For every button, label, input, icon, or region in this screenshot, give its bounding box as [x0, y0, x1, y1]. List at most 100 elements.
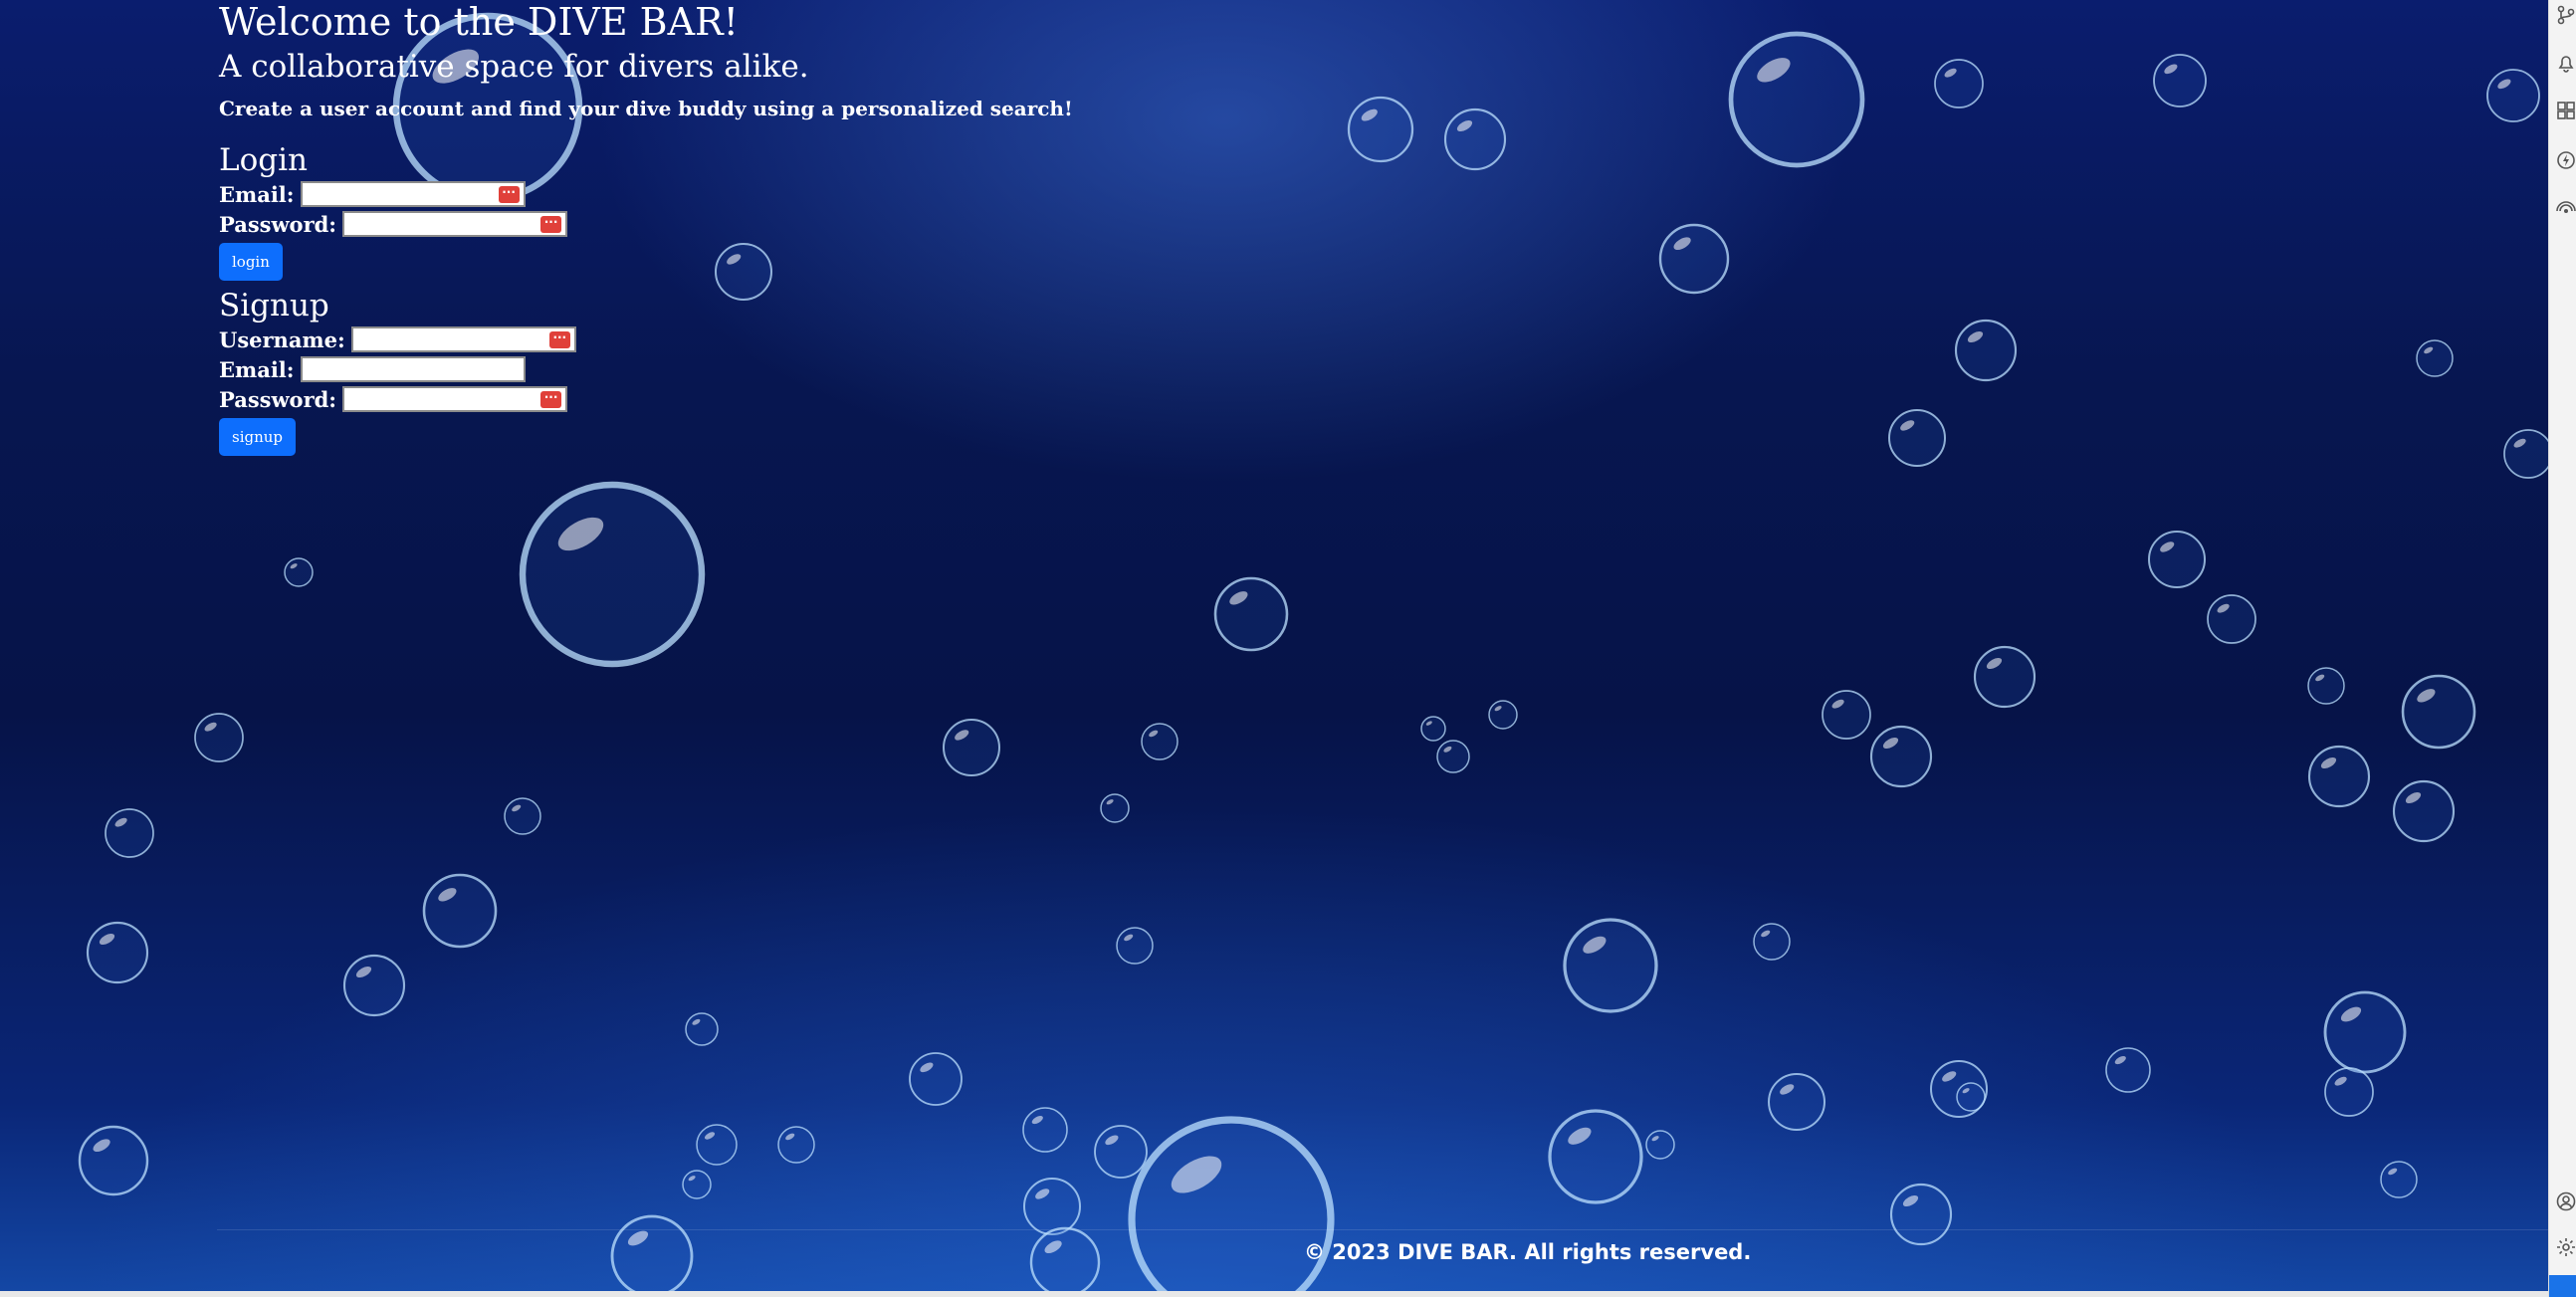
login-button[interactable]: login — [219, 243, 283, 281]
more-dots-icon[interactable]: ··· — [540, 391, 562, 408]
more-dots-icon[interactable]: ··· — [498, 186, 520, 203]
grid-icon[interactable] — [2555, 100, 2576, 121]
bubble — [1768, 1073, 1825, 1131]
broadcast-icon[interactable] — [2555, 197, 2576, 219]
bubble — [1420, 716, 1446, 742]
bubble — [1563, 918, 1658, 1013]
bubble — [696, 1124, 738, 1166]
signup-email-row: Email: — [219, 354, 1073, 385]
bubble — [2105, 1047, 2151, 1093]
bubble — [2323, 990, 2407, 1074]
bubble — [2380, 1161, 2418, 1198]
bubble — [1488, 700, 1518, 730]
bubble — [2207, 594, 2256, 644]
login-password-input[interactable] — [344, 218, 566, 240]
footer-copyright: © 2023 DIVE BAR. All rights reserved. — [1304, 1240, 1752, 1264]
horizontal-scrollbar[interactable] — [0, 1291, 2548, 1297]
bubble — [284, 557, 314, 587]
footer-divider — [217, 1229, 2548, 1230]
signup-email-field-wrapper — [300, 356, 526, 385]
signup-username-field-wrapper: ··· — [350, 326, 576, 355]
more-dots-icon[interactable]: ··· — [548, 331, 570, 348]
bubble — [342, 954, 406, 1017]
page-subtitle: A collaborative space for divers alike. — [219, 49, 809, 85]
login-email-field-wrapper: ··· — [300, 181, 526, 210]
branch-icon[interactable] — [2555, 4, 2576, 26]
bubble — [1645, 1130, 1675, 1160]
bubble — [1213, 576, 1289, 652]
login-heading: Login — [219, 142, 308, 178]
bubble — [1888, 409, 1946, 467]
intro-text: Create a user account and find your dive… — [219, 97, 1073, 120]
bubble — [105, 808, 154, 858]
bubble — [2486, 69, 2540, 122]
settings-icon[interactable] — [2555, 1236, 2576, 1258]
bubble — [1141, 723, 1179, 760]
bubble — [1889, 1183, 1953, 1246]
signup-password-field-wrapper: ··· — [342, 386, 568, 415]
bubble — [1934, 59, 1984, 108]
more-dots-icon[interactable]: ··· — [540, 216, 562, 233]
signup-heading: Signup — [219, 288, 329, 324]
bubble — [909, 1052, 963, 1106]
bell-icon[interactable] — [2555, 52, 2576, 74]
bubble — [2153, 54, 2207, 108]
bubble — [1443, 108, 1507, 171]
lightning-icon[interactable] — [2555, 149, 2576, 171]
signup-email-input[interactable] — [302, 363, 524, 385]
bubble — [86, 921, 149, 984]
bubble — [2148, 531, 2206, 588]
bubble — [1869, 725, 1933, 788]
page-title: Welcome to the DIVE BAR! — [219, 0, 739, 44]
signup-password-row: Password: ··· — [219, 384, 1073, 415]
login-email-label: Email: — [219, 181, 295, 207]
bubble — [1658, 223, 1730, 295]
signup-username-input[interactable] — [352, 333, 574, 355]
bubble — [1029, 1226, 1101, 1297]
bubble — [2324, 1067, 2374, 1117]
bubble — [2416, 339, 2454, 377]
bubble — [1094, 1125, 1148, 1179]
bubble — [777, 1126, 815, 1164]
bubble — [685, 1012, 719, 1046]
login-password-field-wrapper: ··· — [342, 211, 568, 240]
bubble — [1023, 1178, 1081, 1235]
page: Welcome to the DIVE BAR! A collaborative… — [0, 0, 2576, 1297]
bubble — [2401, 674, 2476, 750]
bubble — [1973, 645, 2037, 709]
bubble — [1128, 1116, 1335, 1297]
bubble — [1548, 1109, 1643, 1204]
bubble — [1956, 1082, 1986, 1112]
bubble — [1116, 927, 1154, 965]
bubble — [504, 797, 541, 835]
bubble — [682, 1170, 712, 1199]
bubble — [610, 1214, 694, 1297]
bubble — [78, 1125, 149, 1196]
bubble — [2392, 779, 2456, 843]
main-content: Welcome to the DIVE BAR! A collaborative… — [219, 0, 1073, 456]
signup-button[interactable]: signup — [219, 418, 297, 456]
side-dock — [2548, 0, 2576, 1297]
bubble — [422, 873, 498, 949]
login-email-input[interactable] — [302, 188, 524, 210]
signup-username-label: Username: — [219, 326, 345, 352]
bubble — [1022, 1107, 1068, 1153]
signup-password-input[interactable] — [344, 393, 566, 415]
bubble — [519, 481, 706, 668]
bubble — [1436, 740, 1470, 773]
bubble — [1954, 319, 2018, 382]
bubble — [1100, 793, 1130, 823]
login-password-row: Password: ··· — [219, 209, 1073, 240]
bubble — [2307, 667, 2345, 705]
bubble — [1753, 923, 1791, 961]
signup-email-label: Email: — [219, 356, 295, 382]
bubble — [1822, 690, 1871, 740]
signup-username-row: Username: ··· — [219, 324, 1073, 355]
login-email-row: Email: ··· — [219, 179, 1073, 210]
bubble — [1347, 96, 1414, 163]
bubble — [194, 713, 244, 762]
bubble — [2503, 429, 2548, 479]
remote-status-button[interactable] — [2549, 1275, 2576, 1297]
login-password-label: Password: — [219, 211, 337, 237]
account-icon[interactable] — [2555, 1190, 2576, 1212]
